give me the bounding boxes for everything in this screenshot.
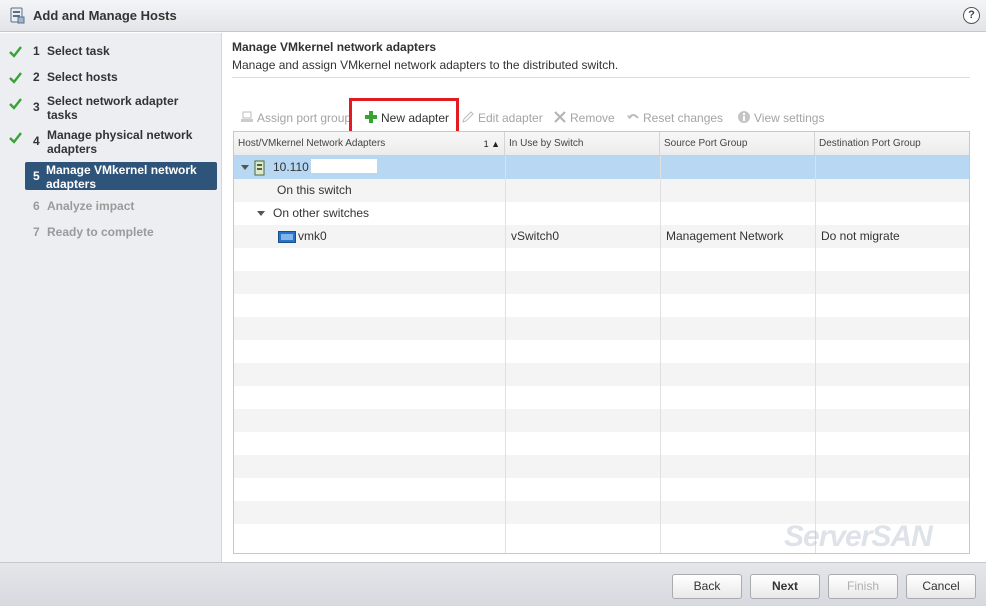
column-header-host[interactable]: Host/VMkernel Network Adapters 1 ▲: [234, 132, 505, 156]
undo-icon: [627, 114, 639, 119]
empty-row: [234, 317, 969, 340]
assign-port-group-label: Assign port group: [257, 111, 352, 125]
edit-adapter-label: Edit adapter: [478, 111, 543, 125]
edit-adapter-button[interactable]: Edit adapter: [461, 109, 543, 127]
step-number: 3: [33, 100, 40, 114]
empty-row: [234, 455, 969, 478]
remove-button[interactable]: Remove: [553, 109, 615, 127]
step-number: 1: [33, 44, 40, 58]
pencil-icon: [462, 111, 474, 123]
step-label: Ready to complete: [47, 225, 154, 239]
vmkernel-adapter-icon: [278, 231, 296, 243]
step-number: 5: [33, 169, 40, 183]
column-divider: [815, 156, 816, 553]
step-number: 4: [33, 134, 40, 148]
adapter-name: vmk0: [298, 229, 327, 243]
finish-button[interactable]: Finish: [828, 574, 898, 599]
host-icon: [254, 160, 265, 176]
column-header-destination[interactable]: Destination Port Group: [815, 132, 969, 156]
wizard-footer: Back Next Finish Cancel: [0, 562, 986, 606]
main-panel: Manage VMkernel network adapters Manage …: [223, 33, 986, 562]
next-button[interactable]: Next: [750, 574, 820, 599]
highlight-box: [349, 98, 459, 135]
step-label: Manage VMkernel network adapters: [46, 163, 197, 191]
collapse-icon[interactable]: [241, 165, 249, 170]
page-title: Manage VMkernel network adapters: [232, 40, 437, 54]
column-divider: [505, 156, 506, 553]
remove-icon: [554, 111, 566, 123]
step-label: Select task: [47, 44, 110, 58]
adapters-table: Host/VMkernel Network Adapters 1 ▲ In Us…: [233, 131, 970, 554]
wizard-steps: 1 Select task 2 Select hosts 3 Select ne…: [0, 33, 222, 562]
divider: [232, 77, 970, 78]
adapter-destination-port-group: Do not migrate: [821, 229, 900, 243]
table-row-group[interactable]: On this switch: [234, 179, 969, 202]
window-title: Add and Manage Hosts: [33, 8, 177, 23]
step-manage-vmkernel-adapters[interactable]: 5 Manage VMkernel network adapters: [25, 162, 217, 191]
collapse-icon[interactable]: [257, 211, 265, 216]
assign-icon: [241, 111, 253, 122]
reset-changes-button[interactable]: Reset changes: [626, 109, 723, 127]
step-number: 6: [33, 199, 40, 213]
step-label: Select network adapter tasks: [47, 94, 179, 122]
table-row-adapter[interactable]: vmk0 vSwitch0 Management Network Do not …: [234, 225, 969, 248]
remove-label: Remove: [570, 111, 615, 125]
group-on-this-switch: On this switch: [277, 183, 352, 197]
table-row-group[interactable]: On other switches: [234, 202, 969, 225]
step-number: 7: [33, 225, 40, 239]
check-icon: [9, 132, 22, 144]
view-settings-label: View settings: [754, 111, 825, 125]
column-header-label: Host/VMkernel Network Adapters: [238, 138, 386, 149]
adapter-switch: vSwitch0: [511, 229, 560, 243]
group-on-other-switches: On other switches: [273, 206, 370, 220]
empty-row: [234, 363, 969, 386]
column-divider: [660, 156, 661, 553]
cancel-button[interactable]: Cancel: [906, 574, 976, 599]
table-header: Host/VMkernel Network Adapters 1 ▲ In Us…: [234, 132, 969, 156]
table-row-host[interactable]: 10.110: [234, 156, 969, 179]
help-icon[interactable]: ?: [963, 7, 980, 24]
column-header-in-use[interactable]: In Use by Switch: [505, 132, 660, 156]
check-icon: [9, 72, 22, 84]
assign-port-group-button[interactable]: Assign port group: [240, 109, 351, 127]
check-icon: [9, 46, 22, 58]
info-icon: [738, 111, 750, 123]
check-icon: [9, 98, 22, 110]
step-label: Analyze impact: [47, 199, 135, 213]
host-name: 10.110: [273, 156, 377, 179]
reset-changes-label: Reset changes: [643, 111, 724, 125]
watermark-logo: ServerSAN: [784, 520, 933, 553]
adapter-source-port-group: Management Network: [666, 229, 784, 243]
sort-ascending-icon[interactable]: 1 ▲: [484, 132, 500, 156]
back-button[interactable]: Back: [672, 574, 742, 599]
step-number: 2: [33, 70, 40, 84]
column-header-source[interactable]: Source Port Group: [660, 132, 815, 156]
empty-row: [234, 271, 969, 294]
step-label: Manage physical network adapters: [47, 128, 193, 156]
page-description: Manage and assign VMkernel network adapt…: [232, 58, 619, 72]
title-bar: Add and Manage Hosts ?: [0, 0, 986, 32]
step-label: Select hosts: [47, 70, 118, 84]
view-settings-button[interactable]: View settings: [737, 109, 824, 127]
wizard-icon: [10, 7, 25, 24]
empty-row: [234, 409, 969, 432]
